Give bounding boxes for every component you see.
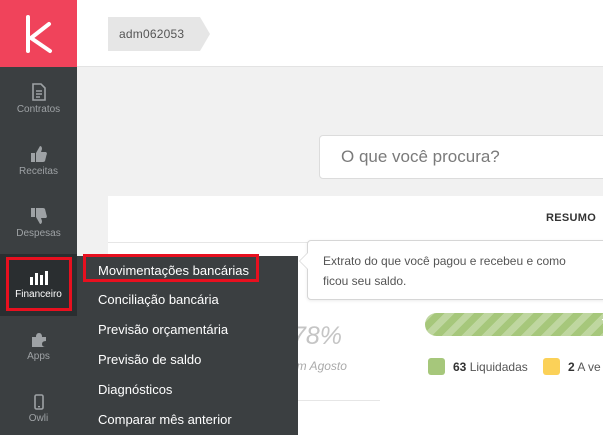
legend-swatch-a-vencer (543, 358, 560, 375)
legend-label: A ve (577, 360, 601, 374)
breadcrumb[interactable]: adm062053 (108, 17, 211, 51)
sidebar-item-despesas[interactable]: Despesas (0, 192, 77, 254)
tooltip-text: Extrato do que você pagou e recebeu e co… (323, 254, 566, 288)
sidebar-item-label: Apps (27, 351, 50, 362)
k-logo-icon (25, 14, 52, 53)
legend-count: 2 (568, 360, 575, 374)
sidebar-item-owli[interactable]: Owli (0, 378, 77, 435)
legend-label: Liquidadas (469, 360, 528, 374)
menu-item-conciliacao-bancaria[interactable]: Conciliação bancária (98, 292, 219, 307)
menu-item-diagnosticos[interactable]: Diagnósticos (98, 382, 172, 397)
progress-fill (425, 313, 573, 336)
financeiro-menu: Movimentações bancárias Conciliação banc… (77, 256, 298, 435)
sidebar-item-label: Despesas (16, 228, 61, 239)
thumbs-down-icon (30, 208, 47, 224)
legend-count: 63 (453, 360, 467, 374)
breadcrumb-user: adm062053 (119, 27, 185, 41)
sidebar-item-label: Contratos (16, 104, 61, 115)
document-icon (31, 83, 46, 101)
sidebar-item-label: Owli (28, 413, 49, 424)
search-box[interactable] (319, 135, 603, 179)
card-header: RESUMO (108, 196, 603, 243)
phone-icon (33, 394, 44, 410)
percent-value: 78% (292, 322, 343, 350)
thumbs-up-icon (30, 146, 47, 162)
sidebar-item-apps[interactable]: Apps (0, 316, 77, 378)
sidebar-item-label: Receitas (19, 166, 58, 177)
progress-bar: 7 (425, 313, 603, 336)
sidebar-item-receitas[interactable]: Receitas (0, 130, 77, 192)
legend-liquidadas: 63 Liquidadas (453, 360, 528, 374)
top-bar: adm062053 (77, 0, 603, 67)
sidebar: Contratos Receitas Despesas Financeiro A… (0, 0, 77, 435)
puzzle-icon (31, 333, 46, 347)
menu-item-comparar-mes-anterior[interactable]: Comparar mês anterior (98, 412, 232, 427)
legend-swatch-liquidadas (428, 358, 445, 375)
menu-item-highlight (83, 254, 259, 282)
legend-a-vencer: 2 A ve (568, 360, 601, 374)
logo[interactable] (0, 0, 77, 67)
sidebar-item-contratos[interactable]: Contratos (0, 68, 77, 130)
divider (297, 400, 380, 401)
financeiro-highlight (6, 257, 72, 311)
month-label: em Agosto (290, 359, 347, 373)
menu-item-previsao-de-saldo[interactable]: Previsão de saldo (98, 352, 201, 367)
tooltip: Extrato do que você pagou e recebeu e co… (299, 240, 603, 300)
card-title: RESUMO (546, 212, 597, 224)
menu-item-previsao-orcamentaria[interactable]: Previsão orçamentária (98, 322, 228, 337)
search-input[interactable] (320, 136, 603, 178)
